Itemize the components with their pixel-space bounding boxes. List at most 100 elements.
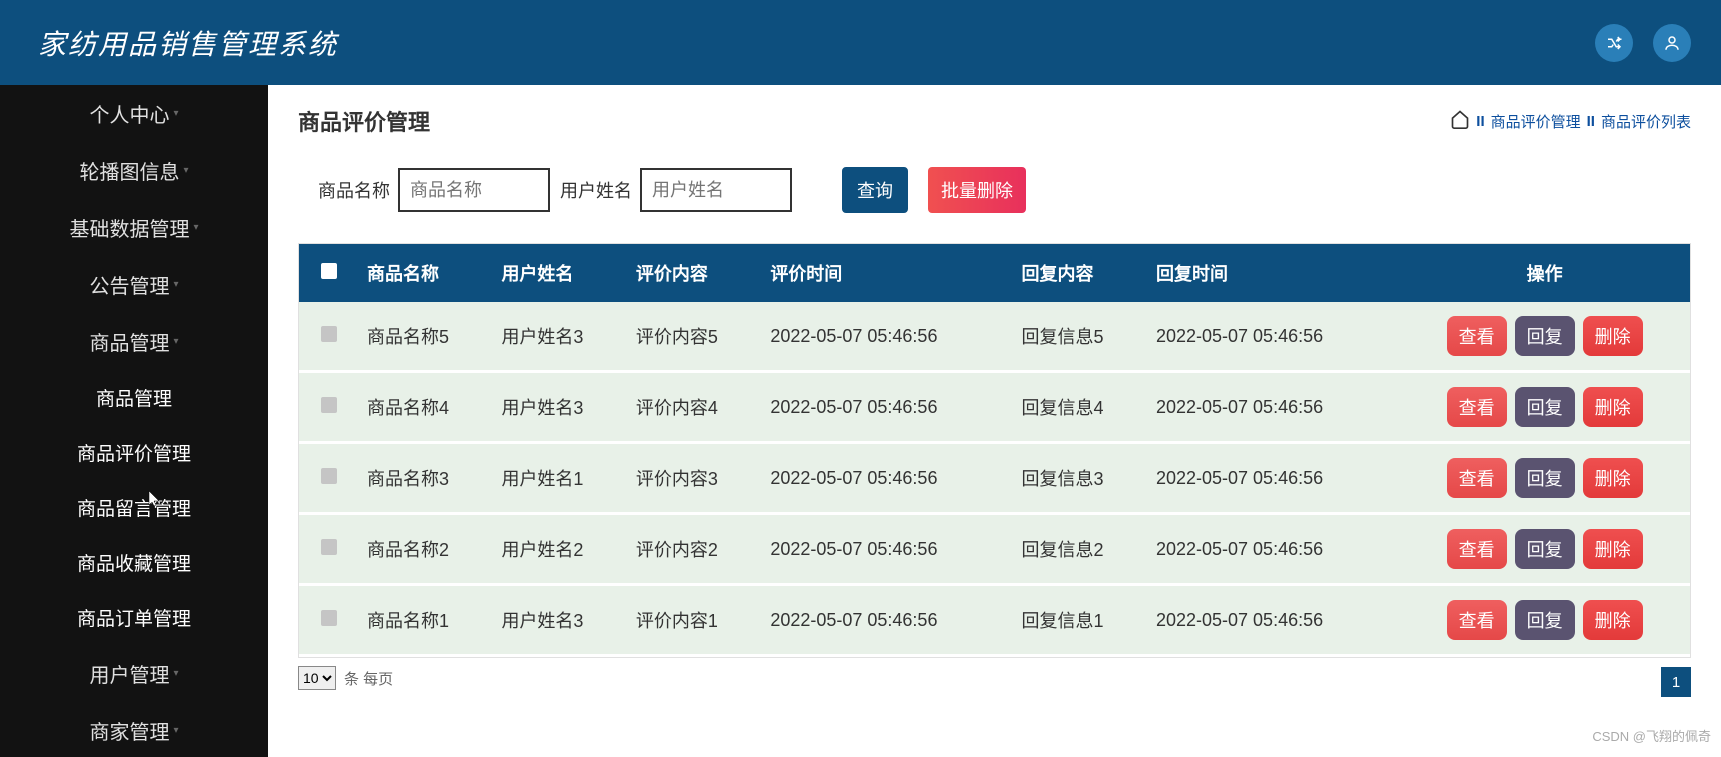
view-button[interactable]: 查看 [1447,458,1507,498]
breadcrumb-b[interactable]: 商品评价列表 [1601,111,1691,132]
sidebar-item-1[interactable]: 轮播图信息▾ [0,142,268,199]
cell-content: 评价内容2 [628,514,762,585]
sidebar-item-7[interactable]: 商品留言管理 [0,480,268,535]
view-button[interactable]: 查看 [1447,600,1507,640]
th-reply-time: 回复时间 [1148,244,1399,302]
cell-reply-time: 2022-05-07 05:46:56 [1148,372,1399,443]
cell-reply-time: 2022-05-07 05:46:56 [1148,514,1399,585]
table-row: 商品名称1用户姓名3评价内容12022-05-07 05:46:56回复信息12… [299,585,1690,656]
sidebar-item-9[interactable]: 商品订单管理 [0,590,268,645]
cell-user: 用户姓名3 [493,302,627,372]
sidebar-item-3[interactable]: 公告管理▾ [0,256,268,313]
delete-button[interactable]: 删除 [1583,600,1643,640]
sidebar-item-0[interactable]: 个人中心▾ [0,85,268,142]
breadcrumb-a[interactable]: 商品评价管理 [1491,111,1581,132]
sidebar-item-label: 商品管理 [89,327,169,356]
breadcrumb: II 商品评价管理 II 商品评价列表 [1450,109,1691,133]
delete-button[interactable]: 删除 [1583,458,1643,498]
cell-review-time: 2022-05-07 05:46:56 [762,514,1013,585]
shuffle-icon[interactable] [1595,24,1633,62]
sidebar: 个人中心▾轮播图信息▾基础数据管理▾公告管理▾商品管理▾商品管理商品评价管理商品… [0,85,268,757]
cell-reply-time: 2022-05-07 05:46:56 [1148,443,1399,514]
view-button[interactable]: 查看 [1447,387,1507,427]
th-action: 操作 [1399,244,1690,302]
cell-user: 用户姓名3 [493,585,627,656]
row-checkbox[interactable] [321,468,337,484]
header: 家纺用品销售管理系统 [0,0,1721,85]
th-review-time: 评价时间 [762,244,1013,302]
sidebar-item-4[interactable]: 商品管理 ▾ [0,313,268,370]
sidebar-item-label: 商家管理 [89,716,169,745]
th-user: 用户姓名 [493,244,627,302]
sidebar-item-5[interactable]: 商品管理 [0,370,268,425]
user-icon[interactable] [1653,24,1691,62]
table-row: 商品名称3用户姓名1评价内容32022-05-07 05:46:56回复信息32… [299,443,1690,514]
pager: 10 条 每页 [298,666,1691,690]
cell-review-time: 2022-05-07 05:46:56 [762,585,1013,656]
row-checkbox[interactable] [321,539,337,555]
sidebar-item-10[interactable]: 用户管理▾ [0,645,268,702]
delete-button[interactable]: 删除 [1583,529,1643,569]
table-header-row: 商品名称 用户姓名 评价内容 评价时间 回复内容 回复时间 操作 [299,244,1690,302]
view-button[interactable]: 查看 [1447,529,1507,569]
product-name-input[interactable] [398,168,550,212]
reply-button[interactable]: 回复 [1515,316,1575,356]
main-content: 商品评价管理 II 商品评价管理 II 商品评价列表 商品名称 用户姓名 查询 … [268,85,1721,757]
sidebar-item-8[interactable]: 商品收藏管理 [0,535,268,590]
table-wrap: 商品名称 用户姓名 评价内容 评价时间 回复内容 回复时间 操作 商品名称5用户… [298,243,1691,658]
pager-label: 条 每页 [344,668,393,689]
cell-product: 商品名称3 [359,443,493,514]
reply-button[interactable]: 回复 [1515,387,1575,427]
sidebar-item-label: 商品留言管理 [77,494,191,521]
sidebar-item-label: 轮播图信息 [79,156,179,185]
sidebar-item-label: 个人中心 [89,99,169,128]
reply-button[interactable]: 回复 [1515,600,1575,640]
reply-button[interactable]: 回复 [1515,458,1575,498]
row-checkbox[interactable] [321,326,337,342]
chevron-down-icon: ▾ [173,279,178,290]
header-actions [1595,24,1691,62]
sidebar-item-label: 商品管理 [96,384,172,411]
delete-button[interactable]: 删除 [1583,316,1643,356]
row-checkbox[interactable] [321,610,337,626]
cell-product: 商品名称4 [359,372,493,443]
view-button[interactable]: 查看 [1447,316,1507,356]
sidebar-item-6[interactable]: 商品评价管理 [0,425,268,480]
page-number[interactable]: 1 [1661,667,1691,697]
table-row: 商品名称5用户姓名3评价内容52022-05-07 05:46:56回复信息52… [299,302,1690,372]
watermark: CSDN @飞翔的佩奇 [1592,726,1711,745]
sidebar-item-2[interactable]: 基础数据管理▾ [0,199,268,256]
sidebar-item-label: 商品评价管理 [77,439,191,466]
sidebar-item-label: 基础数据管理 [69,213,189,242]
chevron-down-icon: ▾ [173,668,178,679]
cell-reply: 回复信息1 [1014,585,1148,656]
cell-reply: 回复信息5 [1014,302,1148,372]
sidebar-item-label: 商品收藏管理 [77,549,191,576]
page-title: 商品评价管理 [298,105,430,137]
cell-reply: 回复信息4 [1014,372,1148,443]
home-icon[interactable] [1450,109,1470,133]
cell-user: 用户姓名1 [493,443,627,514]
page-size-select[interactable]: 10 [298,666,336,690]
breadcrumb-sep: II [1476,113,1484,130]
delete-button[interactable]: 删除 [1583,387,1643,427]
app-title: 家纺用品销售管理系统 [38,23,338,63]
query-button[interactable]: 查询 [842,167,908,213]
reply-button[interactable]: 回复 [1515,529,1575,569]
cell-user: 用户姓名3 [493,372,627,443]
reviews-table: 商品名称 用户姓名 评价内容 评价时间 回复内容 回复时间 操作 商品名称5用户… [299,244,1690,657]
cell-content: 评价内容4 [628,372,762,443]
user-name-input[interactable] [640,168,792,212]
sidebar-item-11[interactable]: 商家管理▾ [0,702,268,757]
chevron-down-icon: ▾ [173,336,178,347]
cell-reply-time: 2022-05-07 05:46:56 [1148,302,1399,372]
cell-review-time: 2022-05-07 05:46:56 [762,443,1013,514]
row-checkbox[interactable] [321,397,337,413]
search-label-user: 用户姓名 [560,177,632,203]
select-all-checkbox[interactable] [321,263,337,279]
cell-reply: 回复信息2 [1014,514,1148,585]
cell-content: 评价内容3 [628,443,762,514]
search-label-product: 商品名称 [318,177,390,203]
batch-delete-button[interactable]: 批量删除 [928,167,1026,213]
th-content: 评价内容 [628,244,762,302]
